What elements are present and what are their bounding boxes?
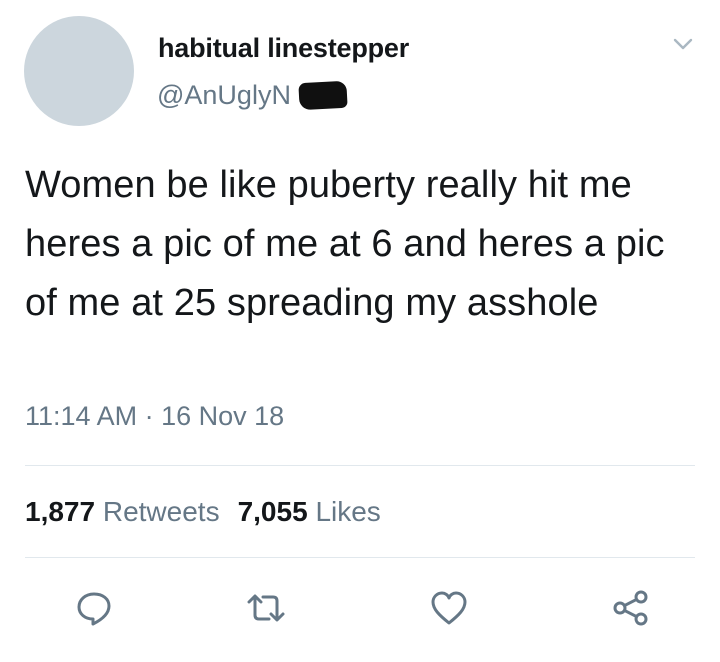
tweet-stats: 1,877 Retweets 7,055 Likes (25, 496, 381, 528)
divider (25, 557, 695, 558)
share-icon (613, 590, 648, 626)
divider (25, 465, 695, 466)
retweet-button[interactable] (244, 586, 288, 630)
reply-button[interactable] (72, 586, 116, 630)
retweets-count: 1,877 (25, 496, 96, 527)
tweet-card: habitual linestepper @AnUglyN a Women be… (0, 0, 720, 662)
like-button[interactable] (427, 586, 471, 630)
likes-label: Likes (315, 496, 381, 527)
likes-stat[interactable]: 7,055 Likes (238, 496, 381, 527)
retweets-stat[interactable]: 1,877 Retweets (25, 496, 220, 527)
heart-icon (431, 591, 467, 625)
tweet-timestamp[interactable]: 11:14 AM · 16 Nov 18 (25, 401, 284, 432)
retweet-icon (247, 594, 285, 622)
retweets-label: Retweets (102, 496, 220, 527)
tweet-text: Women be like puberty really hit me here… (25, 164, 665, 324)
reply-icon (77, 592, 111, 626)
handle-redaction-scribble (298, 80, 348, 111)
avatar[interactable] (24, 16, 134, 126)
user-handle[interactable]: @AnUglyN a (157, 80, 313, 111)
likes-count: 7,055 (237, 496, 308, 527)
display-name[interactable]: habitual linestepper (158, 33, 409, 64)
share-button[interactable] (608, 586, 652, 630)
chevron-down-icon[interactable] (672, 33, 694, 55)
